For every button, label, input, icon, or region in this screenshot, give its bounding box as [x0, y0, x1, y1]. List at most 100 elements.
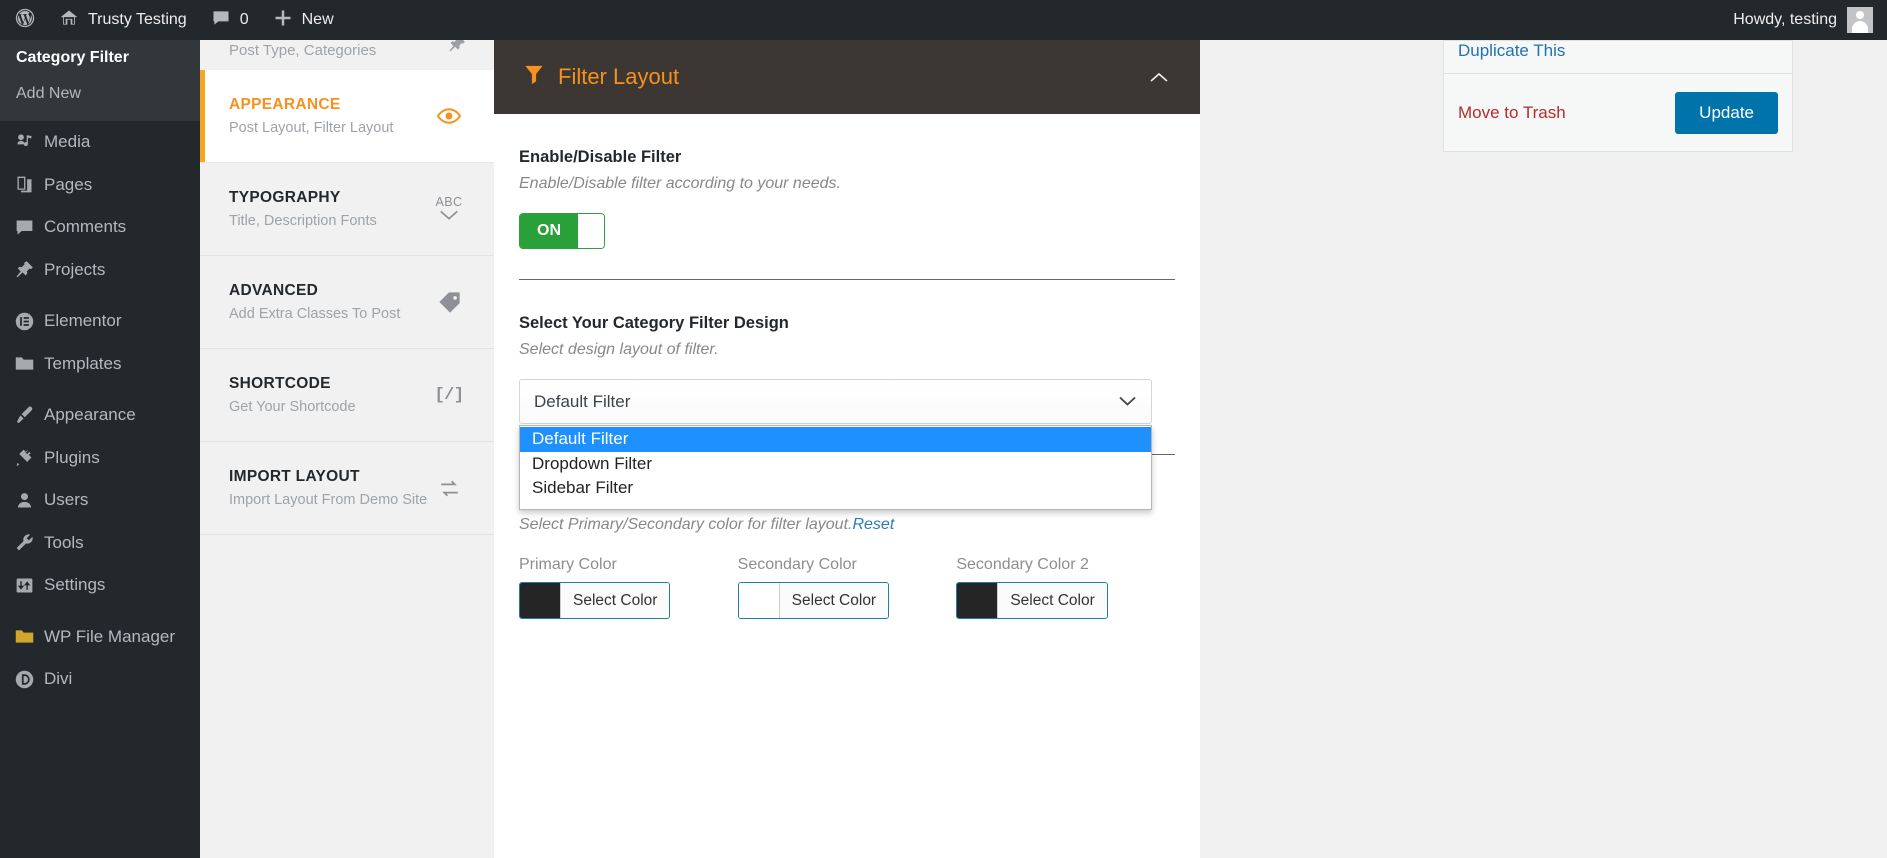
toggle-state-label: ON	[520, 214, 578, 248]
filter-design-select[interactable]: Default Filter	[519, 379, 1152, 424]
chevron-up-icon[interactable]	[1146, 64, 1172, 90]
option-dropdown-filter[interactable]: Dropdown Filter	[520, 452, 1151, 477]
wordpress-logo-button[interactable]	[0, 0, 47, 40]
tab-appearance[interactable]: APPEARANCE Post Layout, Filter Layout	[200, 70, 494, 163]
sidebar-item-comments[interactable]: Comments	[0, 206, 200, 249]
sidebar-item-plugins[interactable]: Plugins	[0, 437, 200, 480]
update-button[interactable]: Update	[1675, 92, 1778, 134]
sidebar-item-projects[interactable]: Projects	[0, 249, 200, 292]
folder-icon	[14, 353, 44, 374]
panel-title: Filter Layout	[558, 64, 679, 90]
secondary-color-button[interactable]: Select Color	[738, 582, 889, 619]
sidebar-item-divi[interactable]: Divi	[0, 658, 200, 701]
sidebar-item-wp-file-manager[interactable]: WP File Manager	[0, 616, 200, 659]
new-content-button[interactable]: New	[261, 0, 346, 40]
color-reset-link[interactable]: Reset	[852, 516, 894, 533]
tab-title-import-layout: IMPORT LAYOUT	[229, 468, 432, 486]
sidebar-item-pages[interactable]: Pages	[0, 164, 200, 207]
publish-major-actions: Move to Trash Update	[1444, 73, 1792, 151]
tab-title-typography: TYPOGRAPHY	[229, 189, 432, 207]
color-picker-secondary: Secondary Color Select Color	[738, 556, 957, 623]
tag-icon	[432, 289, 466, 316]
admin-sidebar-menu: Category Filter Add New Media Pages Comm…	[0, 40, 200, 858]
primary-select-color-label: Select Color	[560, 583, 669, 618]
sidebar-label-divi: Divi	[44, 669, 72, 689]
pin-icon	[14, 259, 44, 280]
color-pickers-row: Primary Color Select Color Secondary Col…	[519, 556, 1175, 623]
toggle-knob	[578, 214, 604, 248]
sidebar-item-elementor[interactable]: Elementor	[0, 300, 200, 343]
sidebar-label-templates: Templates	[44, 354, 121, 374]
secondary-color-2-button[interactable]: Select Color	[956, 582, 1107, 619]
sidebar-label-users: Users	[44, 490, 88, 510]
enable-filter-toggle[interactable]: ON	[519, 213, 605, 249]
secondary-select-color-label: Select Color	[779, 583, 888, 618]
move-to-trash-link[interactable]: Move to Trash	[1458, 103, 1566, 123]
settings-tab-navigation: Post Type, Categories APPEARANCE Post La…	[200, 40, 494, 858]
sidebar-item-tools[interactable]: Tools	[0, 522, 200, 565]
sidebar-item-settings[interactable]: Settings	[0, 564, 200, 607]
color-picker-primary: Primary Color Select Color	[519, 556, 738, 623]
user-avatar-icon	[1847, 7, 1873, 33]
secondary-color-2-label: Secondary Color 2	[956, 556, 1175, 574]
site-name-label: Trusty Testing	[88, 11, 187, 29]
filter-design-desc: Select design layout of filter.	[519, 341, 1175, 359]
sidebar-label-settings: Settings	[44, 575, 105, 595]
option-sidebar-filter[interactable]: Sidebar Filter	[520, 476, 1151, 501]
comments-bubble-button[interactable]: 0	[199, 0, 261, 40]
tab-sub-typography: Title, Description Fonts	[229, 213, 432, 229]
sidebar-item-category-filter[interactable]: Category Filter	[0, 40, 200, 76]
plus-icon	[273, 8, 293, 33]
tab-advanced[interactable]: ADVANCED Add Extra Classes To Post	[200, 256, 494, 349]
sidebar-label-wp-file-manager: WP File Manager	[44, 627, 175, 647]
sidebar-item-users[interactable]: Users	[0, 479, 200, 522]
filter-design-selected-value: Default Filter	[534, 392, 630, 412]
primary-color-label: Primary Color	[519, 556, 738, 574]
panel-body: Enable/Disable Filter Enable/Disable fil…	[494, 114, 1200, 653]
sidebar-item-templates[interactable]: Templates	[0, 343, 200, 386]
account-menu[interactable]: Howdy, testing	[1733, 0, 1887, 40]
publish-box: Duplicate This Move to Trash Update	[1443, 40, 1793, 152]
sidebar-label-appearance: Appearance	[44, 405, 136, 425]
sidebar-label-tools: Tools	[44, 533, 84, 553]
media-icon	[14, 132, 44, 153]
publish-column: Duplicate This Move to Trash Update	[1443, 40, 1793, 152]
sidebar-item-appearance[interactable]: Appearance	[0, 394, 200, 437]
tab-sub-shortcode: Get Your Shortcode	[229, 399, 432, 415]
primary-color-button[interactable]: Select Color	[519, 582, 670, 619]
enable-filter-desc: Enable/Disable filter according to your …	[519, 175, 1175, 193]
import-loop-icon	[432, 476, 466, 501]
pages-icon	[14, 174, 44, 195]
option-default-filter[interactable]: Default Filter	[520, 427, 1151, 452]
sidebar-label-comments: Comments	[44, 217, 126, 237]
sidebar-separator-3	[0, 607, 200, 616]
howdy-label: Howdy, testing	[1733, 11, 1837, 29]
tab-sub-import-layout: Import Layout From Demo Site	[229, 492, 432, 508]
site-name-menu[interactable]: Trusty Testing	[47, 0, 199, 40]
sidebar-label-plugins: Plugins	[44, 448, 100, 468]
tab-shortcode[interactable]: SHORTCODE Get Your Shortcode [/]	[200, 349, 494, 442]
elementor-icon	[14, 311, 44, 332]
tab-sub-advanced: Add Extra Classes To Post	[229, 306, 432, 322]
enable-filter-label: Enable/Disable Filter	[519, 148, 1175, 167]
sidebar-separator	[0, 291, 200, 300]
publish-misc-actions: Duplicate This	[1444, 41, 1792, 73]
sidebar-item-media[interactable]: Media	[0, 121, 200, 164]
eye-icon	[432, 103, 466, 129]
secondary-color-2-swatch	[957, 583, 997, 618]
tab-item-partial-above[interactable]: Post Type, Categories	[200, 40, 494, 70]
tab-typography[interactable]: TYPOGRAPHY Title, Description Fonts ABC	[200, 163, 494, 256]
tab-import-layout[interactable]: IMPORT LAYOUT Import Layout From Demo Si…	[200, 442, 494, 535]
comment-bubble-icon	[211, 8, 231, 33]
tab-sub-appearance: Post Layout, Filter Layout	[229, 120, 432, 136]
filter-layout-panel: Filter Layout Enable/Disable Filter Enab…	[494, 40, 1200, 858]
divi-icon	[14, 669, 44, 690]
funnel-filter-icon	[524, 64, 544, 91]
sidebar-item-add-new[interactable]: Add New	[0, 76, 200, 112]
tab-sub-partial: Post Type, Categories	[229, 42, 376, 59]
filter-design-options-list: Default Filter Dropdown Filter Sidebar F…	[519, 425, 1152, 510]
secondary-2-select-color-label: Select Color	[997, 583, 1106, 618]
filter-design-label: Select Your Category Filter Design	[519, 314, 1175, 333]
panel-header[interactable]: Filter Layout	[494, 40, 1200, 114]
duplicate-this-link[interactable]: Duplicate This	[1458, 41, 1565, 60]
